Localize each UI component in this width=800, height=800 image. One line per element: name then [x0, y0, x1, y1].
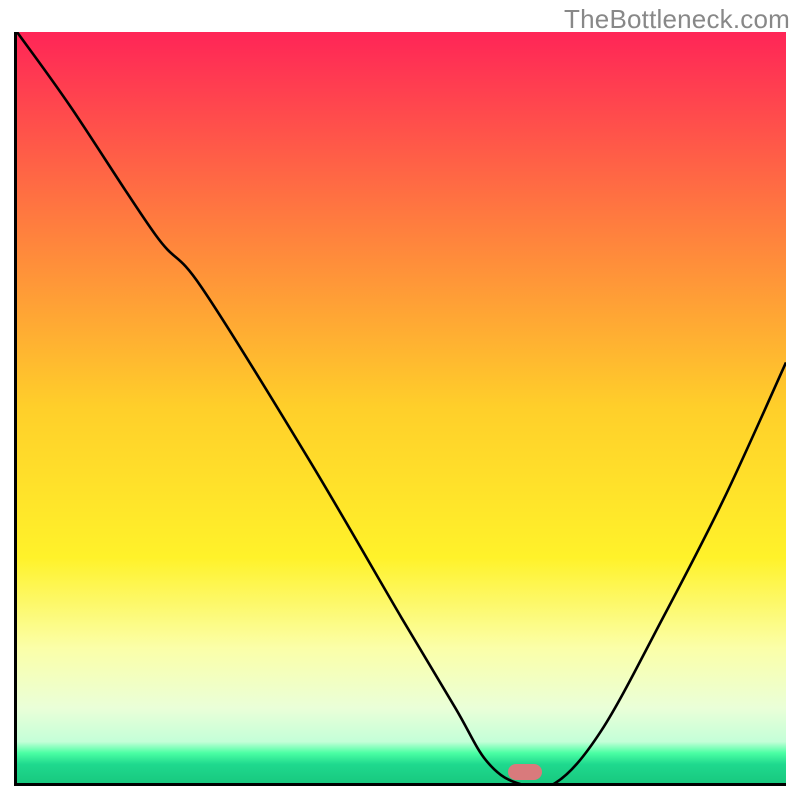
chart-axes: [14, 32, 786, 786]
watermark-text: TheBottleneck.com: [564, 4, 790, 35]
chart-canvas: TheBottleneck.com: [0, 0, 800, 800]
